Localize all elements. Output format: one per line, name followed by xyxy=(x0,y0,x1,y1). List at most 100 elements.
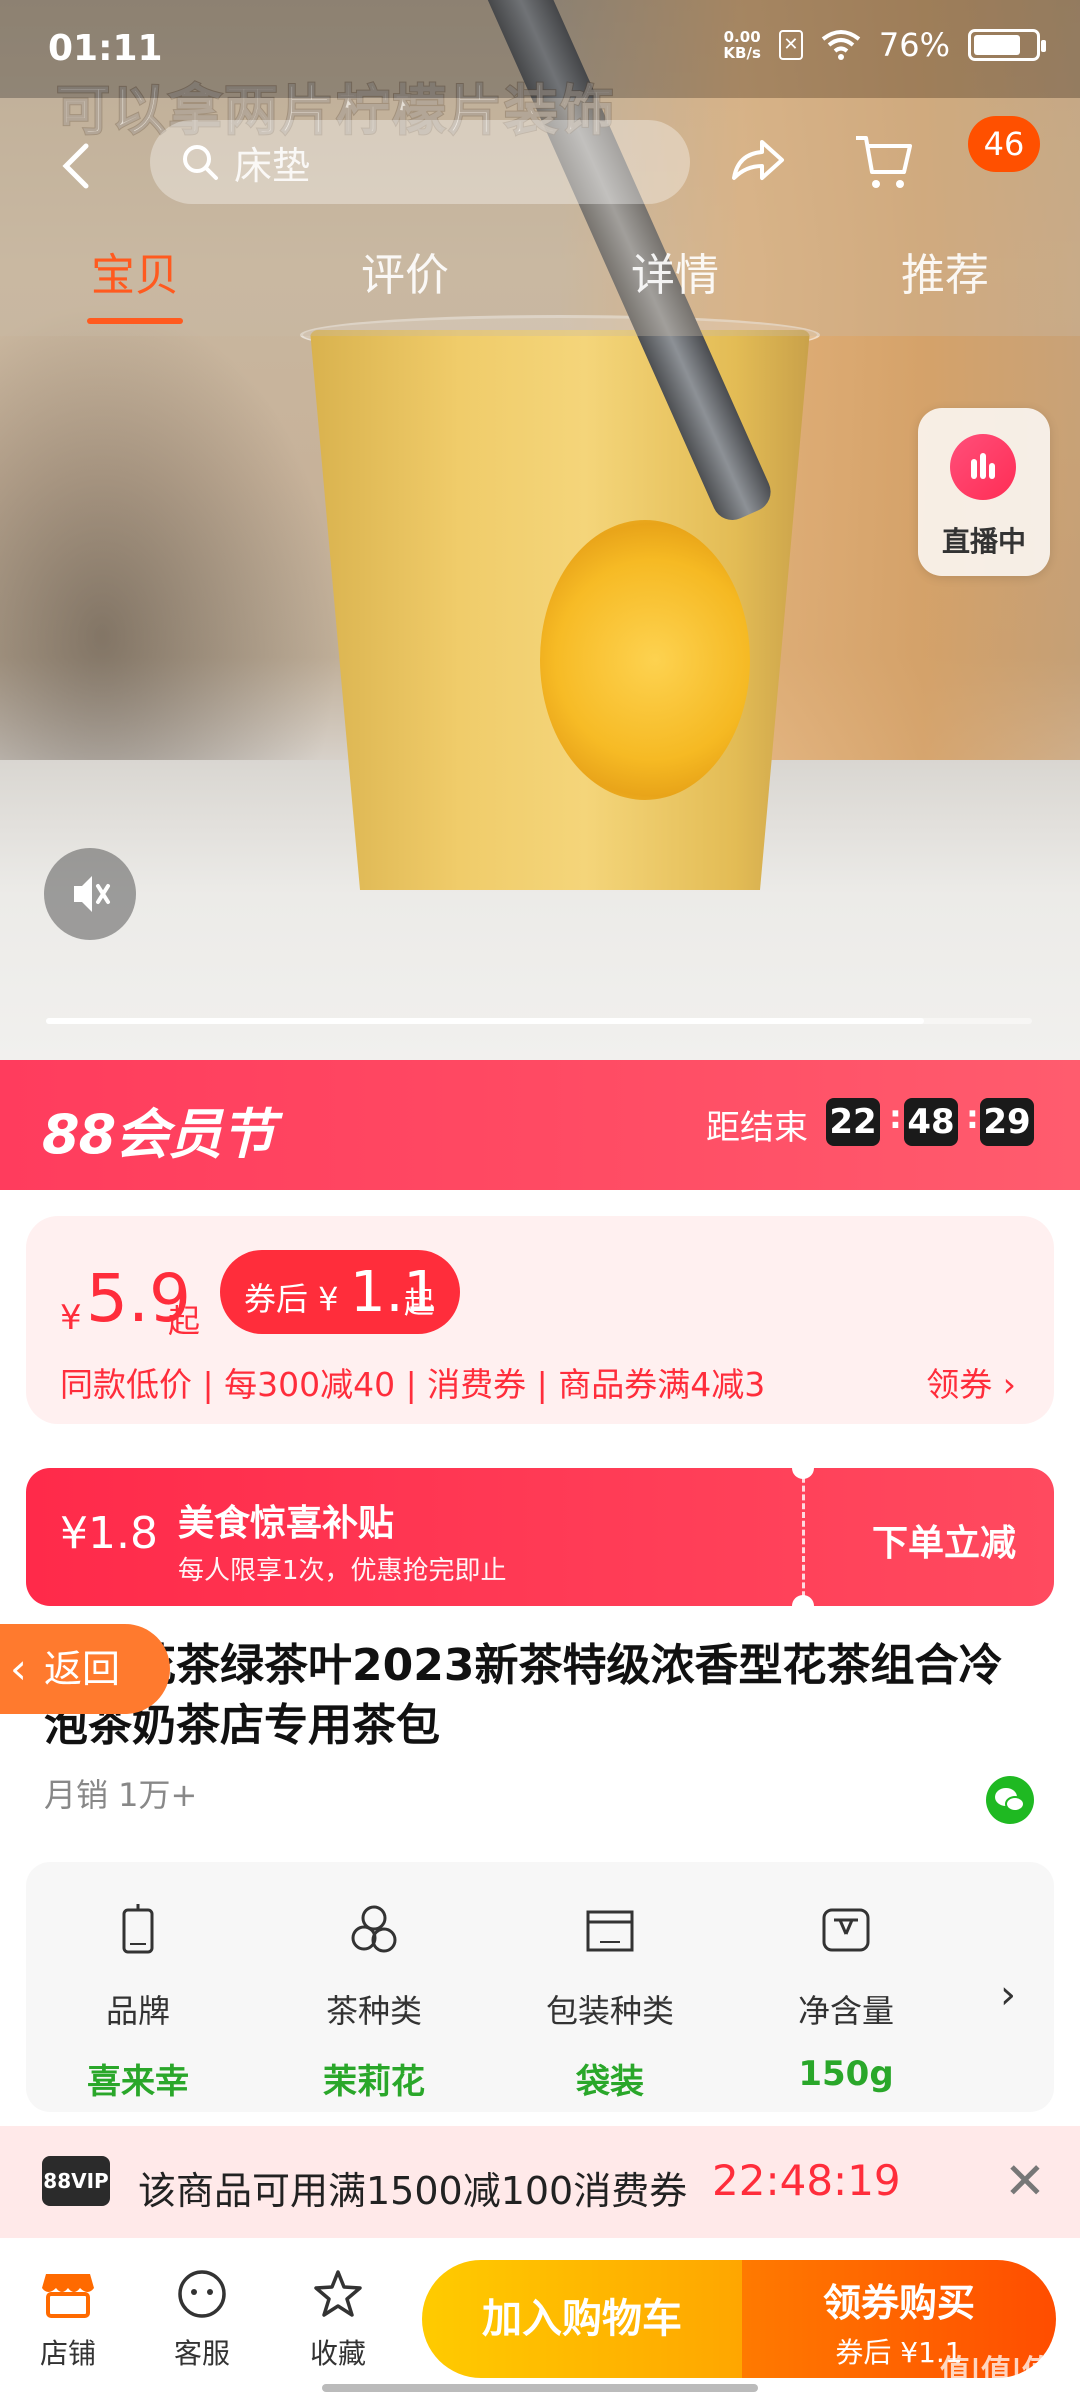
ticket-notch xyxy=(792,1468,814,1479)
dashed-divider xyxy=(802,1468,805,1606)
tab-reviews[interactable]: 评价 xyxy=(270,236,540,336)
attribute-value: 150g xyxy=(798,2054,894,2094)
attribute-brand: 品牌 喜来幸 xyxy=(48,1900,228,2103)
net-speed-unit: KB/s xyxy=(723,44,761,62)
tea-leaves-icon xyxy=(351,1905,397,1953)
attributes-card[interactable]: 品牌 喜来幸 茶种类 茉莉花 包装种类 袋装 净含量 150g › xyxy=(26,1862,1054,2112)
net-speed: 0.00 KB/s xyxy=(723,29,760,61)
live-button[interactable]: 直播中 xyxy=(918,408,1050,576)
subsidy-title: 美食惊喜补贴 xyxy=(178,1503,395,1544)
ticket-notch xyxy=(792,1595,814,1606)
product-page: 可以拿两片柠檬片装饰 01:11 0.00 KB/s ✕ 76% 床垫 46 宝… xyxy=(0,0,1080,2400)
festival-banner: 88会员节 距结束 22 : 48 : 29 xyxy=(0,1060,1080,1190)
shop-icon xyxy=(42,2274,94,2318)
live-label: 直播中 xyxy=(941,525,1026,558)
search-placeholder: 床垫 xyxy=(234,143,311,188)
live-icon xyxy=(950,434,1016,500)
attribute-value: 茉莉花 xyxy=(323,2062,425,2102)
tag-icon xyxy=(122,1904,154,1954)
attribute-key: 品牌 xyxy=(105,1992,170,2030)
top-nav: 床垫 46 宝贝 评价 详情 推荐 xyxy=(0,98,1080,336)
vip-badge: 88VIP xyxy=(42,2156,110,2206)
buy-label: 领券购买 xyxy=(822,2281,975,2325)
search-icon xyxy=(183,145,218,180)
cart-icon[interactable] xyxy=(852,130,916,194)
promo-line[interactable]: 同款低价 | 每300减40 | 消费券 | 商品券满4减3 xyxy=(60,1358,765,1406)
chevron-right-icon[interactable]: › xyxy=(1000,1972,1016,2018)
video-progress-fill xyxy=(46,1018,924,1024)
status-bar: 01:11 0.00 KB/s ✕ 76% xyxy=(0,0,1080,98)
price-suffix: 起 xyxy=(168,1302,201,1340)
attribute-key: 茶种类 xyxy=(325,1992,422,2030)
product-title: 茉莉花茶绿茶叶2023新茶特级浓香型花茶组合冷泡茶奶茶店专用茶包 xyxy=(44,1640,1003,1751)
ends-label: 距结束 xyxy=(706,1108,808,1148)
watermark: 值|值|值 xyxy=(940,2354,1052,2389)
scale-icon xyxy=(822,1908,870,1952)
wifi-icon xyxy=(821,30,861,60)
lemon-slice xyxy=(540,520,750,800)
battery-fill xyxy=(974,35,1020,55)
festival-logo: 88会员节 xyxy=(42,1103,275,1166)
coupon-suffix: 起 xyxy=(404,1286,434,1321)
service-label: 客服 xyxy=(173,2337,230,2370)
coupon-price-badge: 券后 ¥ 1.1 起 xyxy=(220,1250,460,1334)
attribute-tea-type: 茶种类 茉莉花 xyxy=(284,1900,464,2103)
battery-percent: 76% xyxy=(878,26,950,64)
attribute-value: 袋装 xyxy=(576,2062,644,2102)
back-arrow-icon[interactable] xyxy=(56,136,106,196)
tab-item[interactable]: 宝贝 xyxy=(0,236,270,336)
vip-coupon-bar[interactable]: 88VIP 该商品可用满1500减100消费券 22:48:19 ✕ xyxy=(0,2126,1080,2238)
back-float-label: 返回 xyxy=(44,1647,121,1691)
chevron-right-icon: › xyxy=(1002,1365,1016,1404)
sim-icon: ✕ xyxy=(778,30,803,60)
tab-bar: 宝贝 评价 详情 推荐 xyxy=(0,236,1080,336)
search-input[interactable]: 床垫 xyxy=(150,120,690,204)
attribute-key: 包装种类 xyxy=(545,1992,674,2030)
speaker-muted-icon xyxy=(74,876,110,912)
add-to-cart-button[interactable]: 加入购物车 xyxy=(422,2260,742,2378)
tab-details[interactable]: 详情 xyxy=(540,236,810,336)
video-progress-bar[interactable] xyxy=(46,1018,1032,1024)
box-icon xyxy=(586,1910,634,1952)
back-float-button[interactable]: ‹ 返回 xyxy=(0,1624,170,1714)
subsidy-banner[interactable]: ¥1.8 美食惊喜补贴 每人限享1次，优惠抢完即止 下单立减 xyxy=(26,1468,1054,1606)
attribute-key: 净含量 xyxy=(797,1992,894,2030)
wechat-icon[interactable] xyxy=(986,1776,1034,1824)
net-speed-value: 0.00 xyxy=(723,28,761,46)
chat-face-icon xyxy=(178,2270,226,2318)
subsidy-amount: ¥1.8 xyxy=(60,1508,158,1559)
shop-button[interactable]: 店铺 xyxy=(18,2268,118,2372)
vip-countdown: 22:48:19 xyxy=(712,2156,901,2205)
colon: : xyxy=(966,1098,979,1136)
favorite-button[interactable]: 收藏 xyxy=(288,2268,388,2372)
attribute-packaging: 包装种类 袋装 xyxy=(520,1900,700,2103)
chevron-left-icon: ‹ xyxy=(10,1644,27,1693)
get-coupon-link[interactable]: 领券 › xyxy=(926,1358,1016,1406)
get-coupon-label: 领券 xyxy=(926,1365,993,1404)
colon: : xyxy=(889,1098,902,1136)
customer-service-button[interactable]: 客服 xyxy=(152,2268,252,2372)
subsidy-action: 下单立减 xyxy=(872,1523,1017,1564)
favorite-label: 收藏 xyxy=(309,2337,366,2370)
price-card: ¥ 5.9 起 券后 ¥ 1.1 起 同款低价 | 每300减40 | 消费券 … xyxy=(26,1216,1054,1424)
attribute-net-weight: 净含量 150g xyxy=(756,1900,936,2094)
battery-icon xyxy=(968,29,1046,61)
home-indicator[interactable] xyxy=(322,2384,758,2392)
shop-label: 店铺 xyxy=(39,2337,96,2370)
star-icon xyxy=(314,2270,362,2317)
countdown-seconds: 29 xyxy=(980,1098,1034,1146)
status-right: 0.00 KB/s ✕ 76% xyxy=(723,26,1046,64)
subsidy-subtitle: 每人限享1次，优惠抢完即止 xyxy=(178,1556,507,1586)
coupon-prefix: 券后 ¥ xyxy=(244,1280,339,1318)
tab-recommend[interactable]: 推荐 xyxy=(810,236,1080,336)
vip-coupon-text: 该商品可用满1500减100消费券 xyxy=(138,2169,688,2213)
monthly-sales: 月销 1万+ xyxy=(44,1776,198,1814)
mute-button[interactable] xyxy=(44,848,136,940)
share-icon[interactable] xyxy=(728,132,788,192)
cart-count-badge: 46 xyxy=(968,116,1040,172)
countdown-minutes: 48 xyxy=(904,1098,958,1146)
status-time: 01:11 xyxy=(48,28,163,69)
close-icon[interactable]: ✕ xyxy=(1004,2152,1046,2210)
attribute-value: 喜来幸 xyxy=(87,2062,189,2102)
countdown-hours: 22 xyxy=(826,1098,880,1146)
